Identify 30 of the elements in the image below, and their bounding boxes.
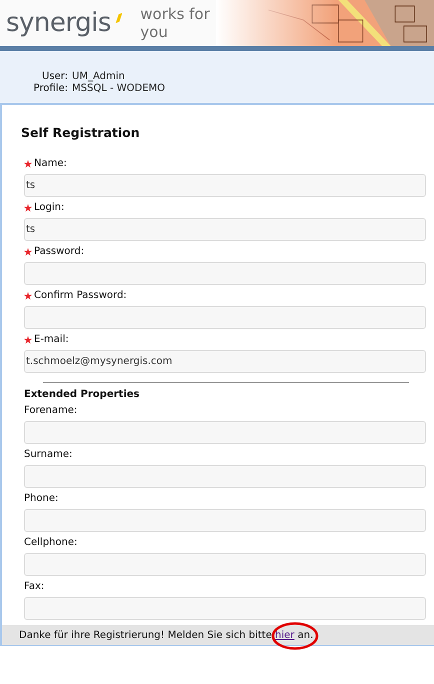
field-label: Password: — [34, 246, 84, 257]
field-label: Cellphone: — [24, 537, 78, 548]
field-label: Name: — [34, 158, 67, 169]
user-name: UM_Admin — [72, 71, 125, 83]
profile-label: Profile: — [32, 83, 68, 95]
text-field[interactable]: ts — [24, 174, 426, 197]
field-label: Phone: — [24, 493, 58, 504]
tagline: works for you — [140, 5, 211, 41]
text-field[interactable] — [24, 509, 426, 532]
field-label: Surname: — [24, 449, 72, 460]
confirmation-message: Danke für ihre Registrierung! Melden Sie sich bitte hier an. — [19, 630, 314, 640]
field-label: Login: — [34, 202, 64, 213]
profile-name: MSSQL - WODEMO — [72, 83, 166, 95]
form-title: Self Registration — [20, 124, 141, 142]
field-label: Confirm Password: — [34, 290, 127, 301]
text-field[interactable] — [24, 421, 426, 444]
text-field[interactable]: t.schmoelz@mysynergis.com — [24, 350, 426, 373]
text-field[interactable] — [24, 597, 426, 620]
text-field[interactable]: ts — [24, 218, 426, 241]
user-label: User: — [41, 71, 68, 83]
field-label: E-mail: — [34, 334, 69, 345]
text-field[interactable] — [24, 553, 426, 576]
text-field[interactable] — [24, 262, 426, 285]
section-title: Extended Properties — [23, 389, 140, 402]
field-label: Forename: — [24, 405, 78, 416]
field-label: Fax: — [24, 581, 44, 592]
logo: synergis — [6, 8, 111, 38]
login-link[interactable]: hier — [275, 630, 294, 640]
text-field[interactable] — [24, 465, 426, 488]
text-field[interactable] — [24, 306, 426, 329]
